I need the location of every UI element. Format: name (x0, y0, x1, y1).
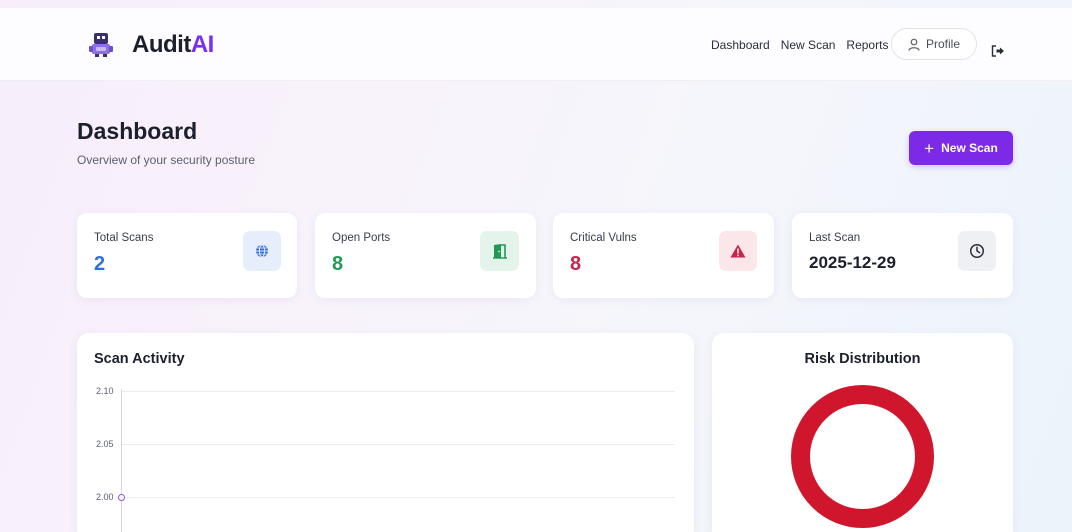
stat-card-last-scan: Last Scan 2025-12-29 (792, 213, 1013, 298)
stat-label: Total Scans (94, 232, 154, 244)
globe-icon (243, 231, 281, 271)
profile-label: Profile (925, 37, 960, 51)
brand-name: AuditAI (132, 31, 214, 58)
risk-distribution-panel: Risk Distribution (712, 333, 1013, 532)
y-tick-label: 2.00 (96, 492, 114, 502)
top-navigation-bar: AuditAI Dashboard New Scan Reports Profi… (0, 8, 1072, 81)
logout-icon[interactable] (991, 45, 1005, 57)
user-icon (908, 38, 920, 51)
new-scan-button[interactable]: + New Scan (909, 131, 1013, 165)
plus-icon: + (924, 138, 935, 158)
grid-line (121, 444, 675, 445)
y-axis-line (121, 389, 122, 532)
y-tick-label: 2.05 (96, 439, 114, 449)
stat-card-total-scans: Total Scans 2 (77, 213, 297, 298)
grid-line (121, 497, 675, 498)
warning-icon (719, 231, 757, 271)
stat-label: Critical Vulns (570, 232, 637, 244)
data-point[interactable] (118, 494, 125, 501)
stat-value: 8 (570, 253, 582, 275)
clock-icon (958, 231, 996, 271)
scan-activity-panel: Scan Activity 2.10 2.05 2.00 (77, 333, 694, 532)
risk-distribution-title: Risk Distribution (804, 351, 921, 367)
stat-value: 2025-12-29 (809, 253, 896, 272)
brand[interactable]: AuditAI (88, 31, 214, 59)
main-nav: Dashboard New Scan Reports (711, 38, 899, 52)
nav-reports-link[interactable]: Reports (846, 38, 888, 52)
nav-dashboard-link[interactable]: Dashboard (711, 38, 770, 52)
stat-label: Open Ports (332, 232, 391, 244)
stat-card-open-ports: Open Ports 8 (315, 213, 536, 298)
robot-logo-icon (89, 33, 113, 57)
stat-value: 8 (332, 253, 344, 275)
page-title: Dashboard (77, 118, 198, 144)
scan-activity-title: Scan Activity (94, 351, 185, 367)
door-icon (480, 231, 519, 271)
y-tick-label: 2.10 (96, 386, 114, 396)
stat-value: 2 (94, 253, 106, 275)
nav-new-scan-link[interactable]: New Scan (781, 38, 836, 52)
profile-button[interactable]: Profile (891, 28, 977, 60)
page-subtitle: Overview of your security posture (77, 153, 256, 167)
new-scan-button-label: New Scan (941, 141, 998, 155)
stat-card-critical-vulns: Critical Vulns 8 (553, 213, 774, 298)
risk-donut-segment (791, 385, 934, 528)
risk-donut-chart[interactable] (791, 385, 934, 528)
stat-label: Last Scan (809, 232, 861, 244)
grid-line (121, 391, 675, 392)
